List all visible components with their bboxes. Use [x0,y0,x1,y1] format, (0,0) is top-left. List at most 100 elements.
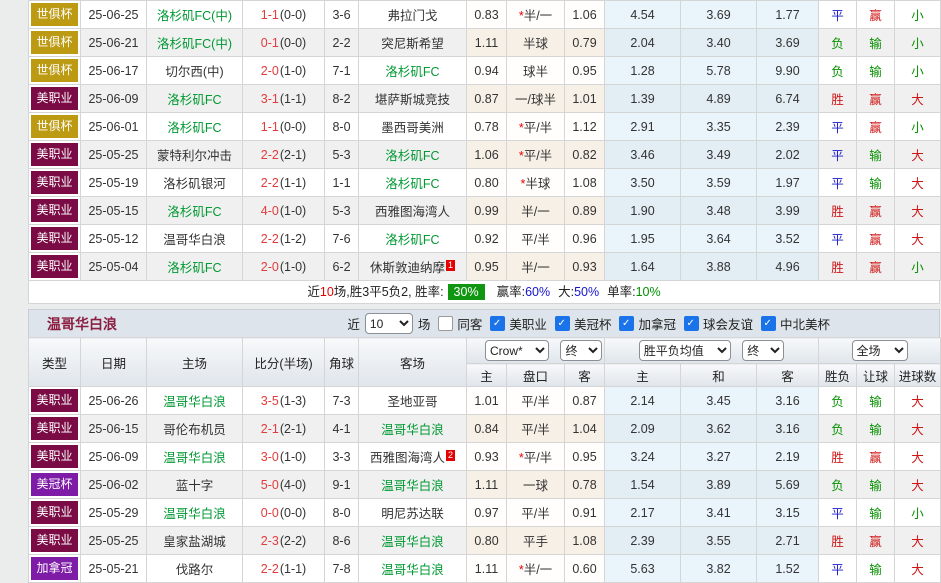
ah-away-odds: 0.60 [563,554,606,583]
avg-final-select[interactable]: 终 [742,340,785,361]
halftime-score: (1-1) [279,561,307,576]
ah-home-odds: 0.87 [466,84,507,113]
scope-select[interactable]: 全场 [851,340,908,361]
away-team: 温哥华白浪 [358,554,467,583]
fulltime-score: 3-5 [260,393,279,408]
home-team: 洛杉矶FC [146,196,243,225]
home-team: 温哥华白浪 [146,498,243,527]
league-cell: 世俱杯 [28,0,81,29]
score: 4-0(1-0) [242,196,325,225]
fulltime-score: 1-1 [260,119,279,134]
filter-checkbox-加拿冠[interactable] [619,316,635,331]
filter-checkbox-美职业[interactable] [490,316,506,331]
home-team: 蓝十字 [146,470,243,499]
score: 2-3(2-2) [242,526,325,555]
result-wdl: 胜 [818,252,857,281]
league-cell: 世俱杯 [28,28,81,57]
single-rate-label: 单率: [607,285,636,299]
rank-badge: 2 [446,450,456,461]
subcol-eu-away: 客 [756,363,820,387]
eu-away-odds: 4.96 [756,252,819,281]
home-team: 洛杉矶FC(中) [146,0,243,29]
match-filters: 近 10 场 同客 美职业 美冠杯 加拿冠 球会友谊 中北美杯 [346,313,831,334]
match-row: 美职业 25-05-25 皇家盐湖城 2-3(2-2) 8-6 温哥华白浪 0.80 平手 1.… [28,526,941,555]
filter-checkbox-中北美杯[interactable] [760,316,776,331]
home-team: 温哥华白浪 [146,224,243,253]
games-count-select[interactable]: 10 [364,313,413,334]
league-badge: 世俱杯 [31,31,78,54]
league-badge: 美冠杯 [31,473,78,496]
ah-home-odds: 0.80 [466,168,507,197]
home-team: 洛杉矶FC [146,112,243,141]
fulltime-score: 0-1 [260,35,279,50]
lafc-recent-matches-table: 世俱杯 25-06-25 洛杉矶FC(中) 1-1(0-0) 3-6 弗拉门戈 0.83 *半… [28,0,941,281]
fulltime-score: 4-0 [260,203,279,218]
eu-home-odds: 2.09 [604,414,682,443]
home-team: 洛杉矶银河 [146,168,243,197]
lafc-summary-bar: 近10场,胜3平5负2, 胜率: 30% 赢率:60% 大:50% 单率:10% [28,281,940,304]
filter-checkbox-美冠杯[interactable] [554,316,570,331]
ah-home-odds: 1.01 [466,386,507,415]
halftime-score: (1-0) [279,63,307,78]
fulltime-score: 1-1 [260,7,279,22]
handicap-line: 平/半 [506,224,565,253]
ah-away-odds: 0.91 [563,498,606,527]
summary-near-label: 近 [307,285,320,299]
halftime-score: (1-3) [279,393,307,408]
result-overunder: 小 [894,252,941,281]
ah-away-odds: 1.06 [564,0,605,29]
filter-checkbox-球会友谊[interactable] [683,316,699,331]
halftime-score: (2-2) [279,533,307,548]
eu-home-odds: 1.90 [604,196,681,225]
match-date: 25-06-25 [80,0,147,29]
league-badge: 美职业 [31,417,78,440]
result-handicap: 输 [856,498,896,527]
score: 2-2(1-1) [242,554,325,583]
ah-home-odds: 0.95 [466,252,507,281]
handicap-line: *平/半 [506,112,565,141]
eu-draw-odds: 3.40 [680,28,757,57]
odds-provider-select[interactable]: Crow* [485,340,549,361]
away-team: 圣地亚哥 [358,386,467,415]
result-overunder: 大 [894,168,941,197]
halftime-score: (1-2) [279,231,307,246]
match-row: 美职业 25-05-15 洛杉矶FC 4-0(1-0) 5-3 西雅图海湾人 0.99 半/一… [28,196,941,225]
result-overunder: 小 [894,112,941,141]
filter-label: 球会友谊 [702,318,753,332]
result-wdl: 胜 [818,196,857,225]
league-filter-checkboxes: 同客 美职业 美冠杯 加拿冠 球会友谊 中北美杯 [431,314,831,333]
eu-home-odds: 1.64 [604,252,681,281]
eu-away-odds: 1.52 [756,554,820,583]
subcol-eu-home: 主 [604,363,682,387]
avg-odds-select[interactable]: 胜平负均值 [638,340,731,361]
match-date: 25-06-09 [80,442,147,471]
eu-home-odds: 4.54 [604,0,681,29]
corners: 4-1 [324,414,359,443]
result-wdl: 负 [818,56,857,85]
eu-draw-odds: 3.62 [680,414,758,443]
eu-away-odds: 3.69 [756,28,819,57]
score: 3-0(1-0) [242,442,325,471]
away-team: 西雅图海湾人 [358,196,467,225]
handicap-line: 平/半 [506,386,565,415]
ah-home-odds: 0.78 [466,112,507,141]
home-team: 皇家盐湖城 [146,526,243,555]
filter-checkbox-同客[interactable] [438,316,454,331]
away-team: 墨西哥美洲 [358,112,467,141]
match-row: 美职业 25-06-09 温哥华白浪 3-0(1-0) 3-3 西雅图海湾人 2 0.93 *平… [28,442,941,471]
handicap-line: *半球 [506,168,565,197]
ah-home-odds: 1.06 [466,140,507,169]
halftime-score: (1-1) [279,91,307,106]
eu-away-odds: 2.71 [756,526,820,555]
odds-final-select[interactable]: 终 [560,340,603,361]
filter-label: 加拿冠 [638,318,676,332]
result-overunder: 大 [894,196,941,225]
result-handicap: 输 [856,470,896,499]
result-handicap: 输 [856,386,896,415]
whitecaps-rows: 美职业 25-06-26 温哥华白浪 3-5(1-3) 7-3 圣地亚哥 1.01 平/半 0.… [28,386,941,583]
eu-away-odds: 1.97 [756,168,819,197]
home-team: 洛杉矶FC(中) [146,28,243,57]
score: 5-0(4-0) [242,470,325,499]
handicap-star: * [520,177,526,191]
eu-draw-odds: 3.27 [680,442,758,471]
